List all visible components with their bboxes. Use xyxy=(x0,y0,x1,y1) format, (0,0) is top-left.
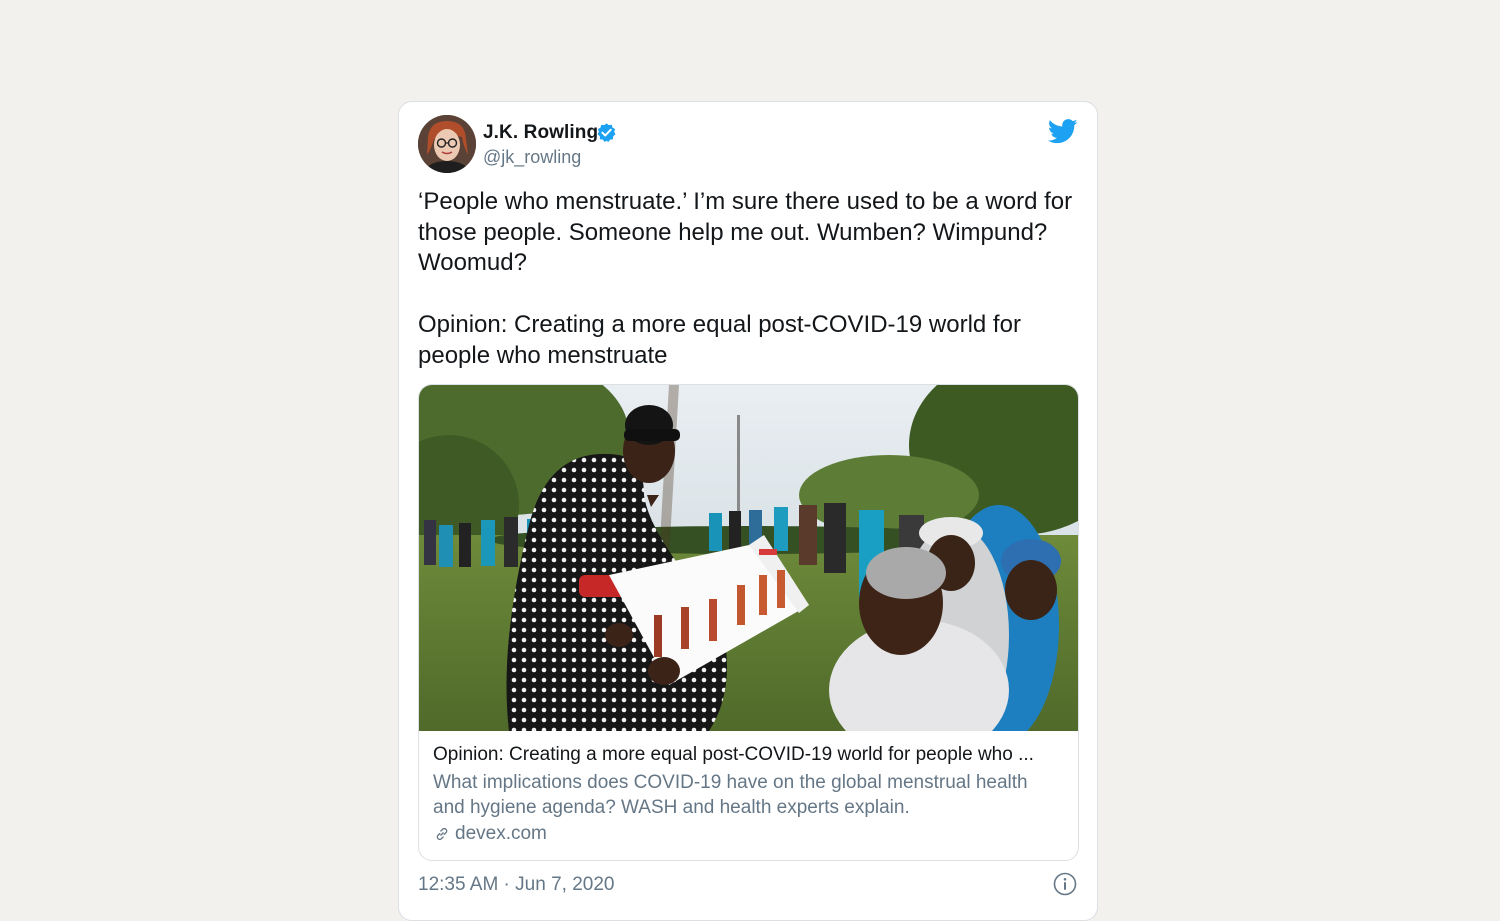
tweet-paragraph: Opinion: Creating a more equal post-COVI… xyxy=(418,310,1021,369)
tweet-paragraph: ‘People who menstruate.’ I’m sure there … xyxy=(418,188,1073,277)
link-preview-image[interactable] xyxy=(419,385,1078,731)
info-icon[interactable] xyxy=(1053,872,1077,896)
link-domain-row[interactable]: devex.com xyxy=(433,823,547,845)
link-icon xyxy=(436,827,448,841)
verified-badge-icon xyxy=(597,123,616,142)
twitter-bird-icon[interactable] xyxy=(1048,119,1078,144)
tweet-text: ‘People who menstruate.’ I’m sure there … xyxy=(418,187,1078,371)
link-description: What implications does COVID-19 have on … xyxy=(433,772,1028,818)
link-preview-card[interactable]: Opinion: Creating a more equal post-COVI… xyxy=(418,384,1079,861)
tweet-card: J.K. Rowling @jk_rowling ‘People who men… xyxy=(398,101,1098,921)
author-handle[interactable]: @jk_rowling xyxy=(483,147,581,168)
avatar[interactable] xyxy=(418,115,476,173)
tweet-timestamp[interactable]: 12:35 AM · Jun 7, 2020 xyxy=(418,874,614,896)
link-title[interactable]: Opinion: Creating a more equal post-COVI… xyxy=(433,744,1063,766)
link-domain: devex.com xyxy=(455,823,547,844)
author-name[interactable]: J.K. Rowling xyxy=(483,122,598,144)
